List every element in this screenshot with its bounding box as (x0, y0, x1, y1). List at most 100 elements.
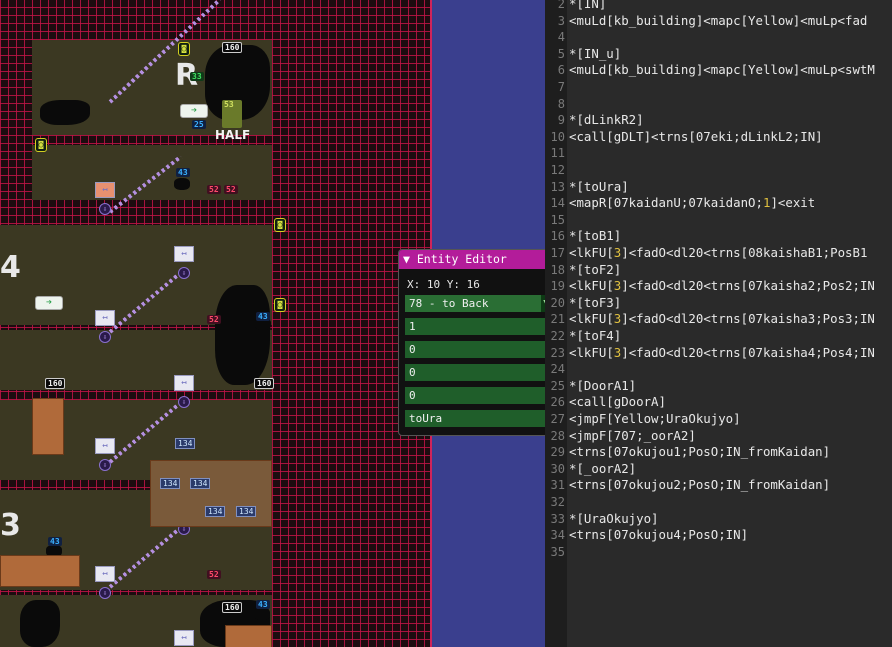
code-line[interactable]: *[IN_u] (569, 46, 621, 63)
door-marker[interactable]: ↤ (174, 246, 194, 262)
code-line[interactable]: <lkFU[3]<fadO<dl20<trns[07kaisha3;Pos3;I… (569, 311, 875, 328)
line-number: 6 (557, 63, 565, 78)
entity-param-field-3[interactable]: 0 (405, 364, 551, 381)
down-arrow-icon: ⇩ (178, 267, 190, 279)
line-number: 8 (557, 96, 565, 111)
line-number: 29 (550, 445, 565, 460)
code-line[interactable]: <lkFU[3]<fadO<dl20<trns[08kaishaB1;PosB1 (569, 245, 867, 262)
code-line[interactable]: *[toUra] (569, 179, 629, 196)
crate-label: 134 (190, 478, 211, 489)
line-number: 34 (550, 528, 565, 543)
code-line[interactable]: *[DoorA1] (569, 378, 636, 395)
entity-type-value: 78 - to Back (409, 297, 489, 310)
numeric-literal: 3 (613, 245, 622, 260)
line-number: 7 (557, 80, 565, 94)
door-marker[interactable]: ↤ (95, 182, 115, 198)
crate (32, 398, 64, 455)
arrow-right-icon: ➔ (180, 104, 208, 118)
line-number: 33 (550, 511, 565, 526)
line-number: 27 (550, 412, 565, 426)
half-label: HALF (215, 128, 251, 142)
code-line[interactable]: <trns[07okujou4;PosO;IN] (569, 527, 748, 544)
code-line[interactable]: *[dLinkR2] (569, 112, 644, 129)
crate-label: 134 (160, 478, 181, 489)
entity-editor-title[interactable]: ▼ Entity Editor (399, 250, 553, 269)
enemy-level-badge: 43 (176, 168, 190, 177)
line-number: 15 (550, 212, 565, 227)
entity-param-field-4[interactable]: 0 (405, 387, 551, 404)
script-editor[interactable]: *[IN] <muLd[kb_building]<mapc[Yellow]<muL… (567, 0, 892, 647)
enemy-level-badge: 160 (222, 42, 243, 53)
code-line[interactable]: *[toB1] (569, 228, 621, 245)
line-number: 4 (557, 30, 565, 45)
code-line[interactable]: <mapR[07kaidanU;07kaidanO;1]<exit (569, 195, 815, 212)
code-line[interactable]: <lkFU[3]<fadO<dl20<trns[07kaisha2;Pos2;I… (569, 278, 875, 295)
door-marker[interactable]: ↤ (95, 310, 115, 326)
down-arrow-icon: ⇩ (99, 459, 111, 471)
floor-label-3: 3 (0, 508, 21, 543)
coin-icon: ◙ (274, 218, 286, 232)
code-line[interactable]: <muLd[kb_building]<mapc[Yellow]<muLp<swt… (569, 62, 875, 79)
arrow-right-icon: ➔ (35, 296, 63, 310)
line-number: 12 (550, 163, 565, 177)
code-line[interactable]: *[toF3] (569, 295, 621, 312)
crate (225, 625, 272, 647)
code-line[interactable]: <jmpF[707;_oorA2] (569, 428, 696, 445)
numeric-literal: 3 (613, 344, 622, 360)
crate-label: 134 (205, 506, 226, 517)
entity-editor-window[interactable]: ▼ Entity Editor X: 10 Y: 16 78 - to Back… (398, 249, 554, 436)
entity-type-select[interactable]: 78 - to Back ▼ (405, 295, 551, 312)
coin-icon: ◙ (274, 298, 286, 312)
line-number: 19 (550, 279, 565, 294)
enemy-level-badge: 160 (222, 602, 243, 613)
enemy-level-badge: 43 (48, 537, 62, 546)
line-number: 30 (550, 461, 565, 476)
line-number: 20 (550, 295, 565, 310)
code-line[interactable]: <trns[07okujou2;PosO;IN_fromKaidan] (569, 477, 830, 494)
code-line[interactable]: <call[gDoorA] (569, 394, 666, 411)
line-number: 2 (557, 0, 565, 11)
enemy-sprite[interactable] (254, 608, 270, 620)
blue-marker-badge: 25 (192, 120, 206, 129)
line-number: 5 (557, 46, 565, 61)
door-marker[interactable]: ↤ (95, 566, 115, 582)
sign-badge: 53 (222, 100, 242, 128)
door-marker[interactable]: ↤ (95, 438, 115, 454)
code-line[interactable]: *[_oorA2] (569, 461, 636, 478)
down-arrow-icon: ⇩ (178, 396, 190, 408)
numeric-literal: 3 (613, 311, 622, 327)
enemy-level-badge: 160 (254, 378, 275, 389)
line-number: 13 (550, 179, 565, 194)
down-arrow-icon: ⇩ (99, 203, 111, 215)
enemy-level-badge: 52 (207, 315, 221, 324)
line-number: 24 (550, 362, 565, 377)
door-marker[interactable]: ↤ (174, 375, 194, 391)
floor-label-4: 4 (0, 250, 21, 285)
code-line[interactable]: *[toF2] (569, 262, 621, 279)
door-marker[interactable]: ↤ (174, 630, 194, 646)
line-number: 3 (557, 13, 565, 28)
shadow-area (20, 600, 60, 647)
crate-label: 134 (175, 438, 196, 449)
line-number: 14 (550, 196, 565, 211)
enemy-level-badge: 43 (256, 600, 270, 609)
entity-param-field-2[interactable]: 0 (405, 341, 551, 358)
down-arrow-icon: ⇩ (99, 331, 111, 343)
entity-label-field[interactable]: toUra (405, 410, 551, 427)
code-line[interactable]: <muLd[kb_building]<mapc[Yellow]<muLp<fad (569, 13, 867, 30)
code-line[interactable]: <lkFU[3]<fadO<dl20<trns[07kaisha4;Pos4;I… (569, 345, 875, 362)
level-map-view[interactable]: R 4 3 ↤ ↤ ↤ ↤ ↤ ↤ ↤ ↤ ⇩ ⇩ ⇩ ⇩ ⇩ ⇩ ⇩ ◙ ◙ … (0, 0, 432, 647)
line-number: 11 (550, 146, 565, 161)
code-line[interactable]: <jmpF[Yellow;UraOkujyo] (569, 411, 741, 428)
code-line[interactable]: <trns[07okujou1;PosO;IN_fromKaidan] (569, 444, 830, 461)
enemy-level-badge: 52 (224, 185, 238, 194)
enemy-sprite[interactable] (174, 178, 190, 190)
line-number: 28 (550, 428, 565, 443)
code-line[interactable]: *[toF4] (569, 328, 621, 345)
code-line[interactable]: <call[gDLT]<trns[07eki;dLinkL2;IN] (569, 129, 823, 146)
code-line[interactable]: *[IN] (569, 0, 606, 13)
entity-param-field-1[interactable]: 1 (405, 318, 551, 335)
coin-icon: ◙ (35, 138, 47, 152)
code-line[interactable]: *[UraOkujyo] (569, 511, 659, 528)
line-number: 32 (550, 495, 565, 509)
